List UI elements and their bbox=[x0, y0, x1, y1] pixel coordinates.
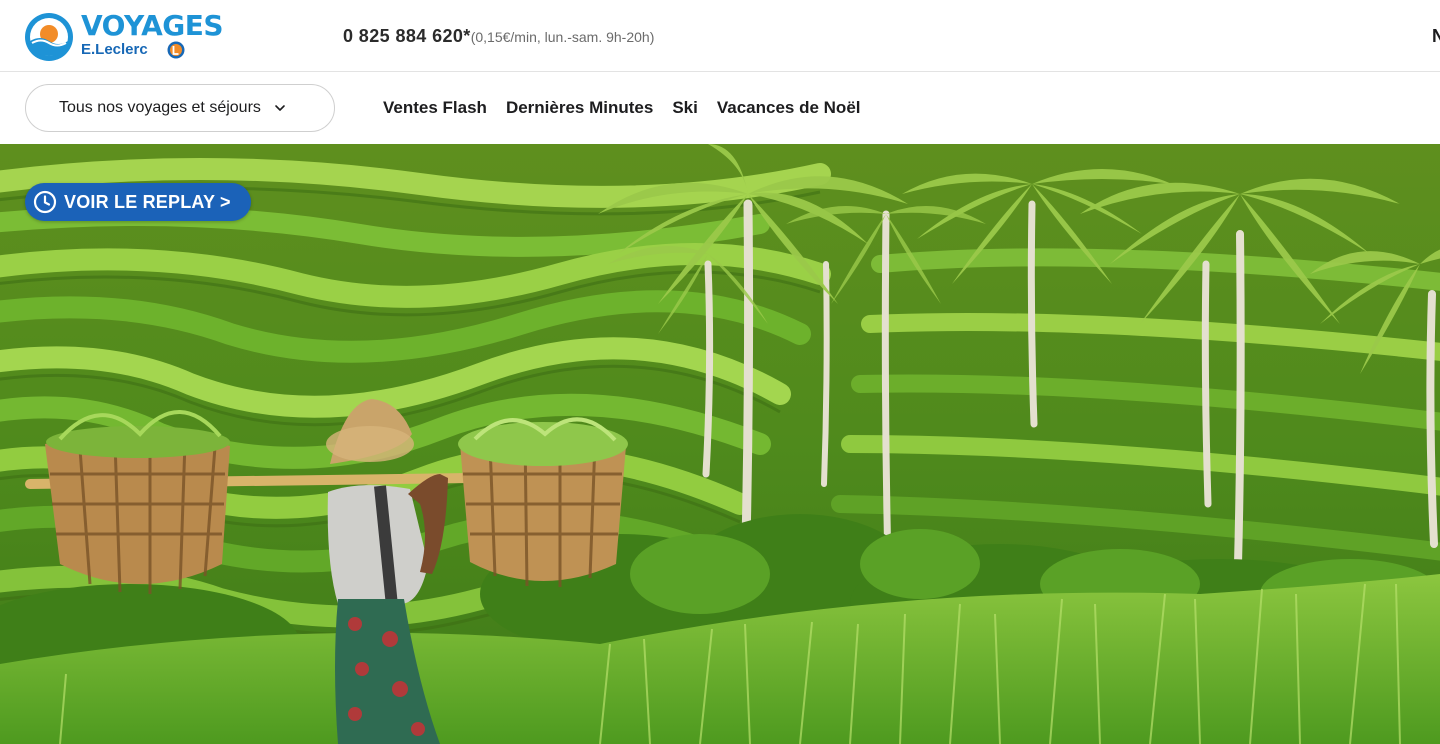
logo-brand: E.Leclerc bbox=[81, 41, 148, 58]
trips-dropdown[interactable]: Tous nos voyages et séjours bbox=[25, 84, 335, 132]
leclerc-badge-icon bbox=[167, 41, 185, 59]
replay-button[interactable]: VOIR LE REPLAY > bbox=[25, 183, 251, 221]
chevron-down-icon bbox=[275, 105, 285, 111]
phone-number[interactable]: 0 825 884 620* bbox=[343, 26, 471, 46]
nav-link-dernieres-minutes[interactable]: Dernières Minutes bbox=[506, 96, 653, 120]
nav-link-ventes-flash[interactable]: Ventes Flash bbox=[383, 96, 487, 120]
nav-link-vacances-noel[interactable]: Vacances de Noël bbox=[717, 96, 861, 120]
top-header: VOYAGES E.Leclerc 0 825 884 620*(0,15€/m… bbox=[0, 0, 1440, 72]
clock-icon bbox=[33, 190, 57, 214]
trips-dropdown-label: Tous nos voyages et séjours bbox=[59, 99, 261, 116]
nav-links: Ventes Flash Dernières Minutes Ski Vacan… bbox=[383, 96, 880, 120]
main-nav: Tous nos voyages et séjours Ventes Flash… bbox=[0, 72, 1440, 144]
hero-image bbox=[0, 144, 1440, 744]
nav-link-ski[interactable]: Ski bbox=[672, 96, 698, 120]
phone-note: (0,15€/min, lun.-sam. 9h-20h) bbox=[470, 29, 655, 45]
hero-banner[interactable] bbox=[0, 144, 1440, 744]
logo-wordmark: VOYAGES bbox=[81, 9, 224, 42]
logo-link[interactable]: VOYAGES E.Leclerc bbox=[24, 10, 224, 62]
replay-button-label: VOIR LE REPLAY > bbox=[64, 191, 231, 212]
header-cut-text[interactable]: N bbox=[1432, 24, 1440, 48]
voyages-logo-icon bbox=[25, 13, 73, 61]
phone-contact: 0 825 884 620*(0,15€/min, lun.-sam. 9h-2… bbox=[343, 24, 654, 50]
